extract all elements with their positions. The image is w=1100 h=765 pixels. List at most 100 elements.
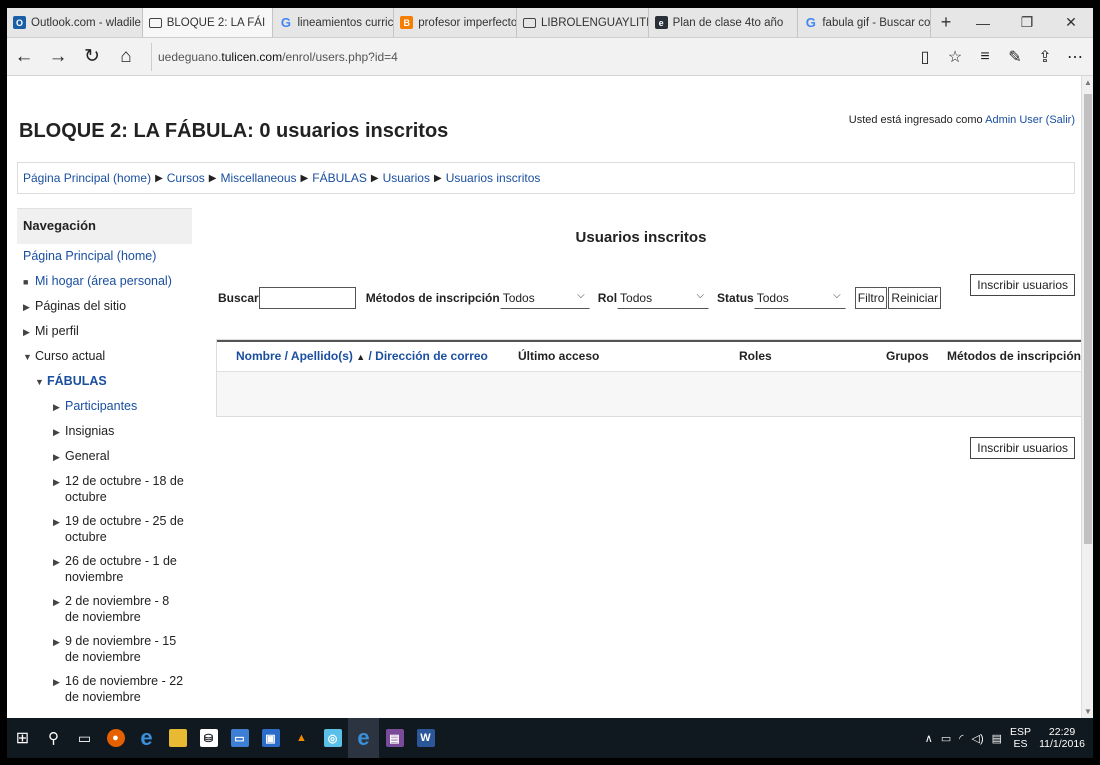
enrol-methods-select[interactable]: Todos ⌵ [499, 287, 590, 309]
role-select[interactable]: Todos ⌵ [617, 287, 710, 309]
scroll-down-icon[interactable]: ▼ [1082, 707, 1093, 716]
app-blue-icon[interactable]: ▣ [255, 718, 286, 758]
nav-item-week-2[interactable]: ▶ 19 de octubre - 25 de octubre [23, 513, 186, 545]
edmodo-icon: e [654, 16, 668, 29]
nav-item-profile[interactable]: ▶ Mi perfil [23, 323, 186, 340]
tray-overflow-icon[interactable]: ∧ [925, 732, 933, 745]
breadcrumb-users[interactable]: Usuarios [383, 171, 430, 185]
store-icon[interactable]: ⛁ [193, 718, 224, 758]
wifi-icon[interactable]: ◜ [959, 732, 963, 745]
restore-button[interactable]: ❐ [1005, 14, 1049, 31]
status-select[interactable]: Todos ⌵ [753, 287, 846, 309]
home-icon[interactable]: ⌂ [109, 42, 143, 72]
breadcrumb-fabulas[interactable]: FÁBULAS [312, 171, 367, 185]
email-sort-link[interactable]: / Dirección de correo [369, 349, 488, 363]
monitor-icon[interactable]: ▭ [224, 718, 255, 758]
refresh-icon[interactable]: ↻ [75, 42, 109, 72]
nav-home-link[interactable]: Página Principal (home) [23, 248, 156, 264]
language-indicator[interactable]: ESP ES [1010, 726, 1031, 750]
favorite-star-icon[interactable]: ☆ [943, 47, 967, 67]
tab-fabula-gif[interactable]: G fabula gif - Buscar cor [798, 8, 932, 37]
nav-item-week-4[interactable]: ▶ 2 de noviembre - 8 de noviembre [23, 593, 186, 625]
nav-item-current-course[interactable]: ▼ Curso actual [23, 348, 186, 365]
share-icon[interactable]: ⇪ [1033, 47, 1057, 67]
tab-libro[interactable]: LIBROLENGUAYLITERA [517, 8, 649, 37]
search-input[interactable] [258, 287, 356, 309]
table-header: Nombre / Apellido(s) ▲ / Dirección de co… [217, 340, 1081, 371]
firefox-icon[interactable]: ● [100, 718, 131, 758]
search-icon[interactable]: ⚲ [38, 718, 69, 758]
filter-button[interactable]: Filtro [854, 287, 888, 309]
nav-label: 26 de octubre - 1 de noviembre [65, 554, 177, 584]
google-icon: G [280, 15, 292, 30]
tab-outlook[interactable]: O Outlook.com - wladile [7, 8, 143, 37]
breadcrumb-miscellaneous[interactable]: Miscellaneous [220, 171, 296, 185]
nav-item-week-3[interactable]: ▶ 26 de octubre - 1 de noviembre [23, 553, 186, 585]
name-email-column-header[interactable]: Nombre / Apellido(s) ▲ / Dirección de co… [236, 349, 488, 363]
system-tray: ∧ ▭ ◜ ◁) ▤ ESP ES 22:29 11/1/2016 [925, 726, 1093, 750]
scroll-up-icon[interactable]: ▲ [1082, 78, 1093, 87]
address-bar[interactable]: uedeguano. tulicen.com/enrol/users.php?id… [151, 42, 851, 71]
action-center-icon[interactable]: ▤ [992, 732, 1002, 745]
camera-app-icon[interactable]: ◎ [317, 718, 348, 758]
task-view-icon[interactable]: ▭ [69, 718, 100, 758]
nav-item-fabulas[interactable]: ▼ FÁBULAS [23, 373, 186, 390]
reset-button[interactable]: Reiniciar [888, 287, 942, 309]
nav-item-general[interactable]: ▶ General [23, 448, 186, 465]
volume-icon[interactable]: ◁) [972, 732, 984, 745]
role-label: Rol [597, 291, 618, 305]
last-access-column-header[interactable]: Último acceso [518, 349, 599, 363]
nav-item-badges[interactable]: ▶ Insignias [23, 423, 186, 440]
hub-icon[interactable]: ≡ [973, 48, 997, 66]
enrol-methods-column-header: Métodos de inscripción [947, 349, 1082, 363]
nav-label[interactable]: FÁBULAS [47, 373, 107, 389]
vlc-icon[interactable]: ▲ [286, 718, 317, 758]
edge-icon[interactable]: e [131, 718, 162, 758]
edge-active-icon[interactable]: e [348, 718, 379, 758]
breadcrumb-courses[interactable]: Cursos [167, 171, 205, 185]
page-scrollbar[interactable]: ▲ ▼ [1081, 76, 1093, 718]
page-content: BLOQUE 2: LA FÁBULA: 0 usuarios inscrito… [7, 76, 1093, 718]
nav-item-site-pages[interactable]: ▶ Páginas del sitio [23, 298, 186, 315]
back-arrow-icon[interactable]: ← [7, 42, 41, 72]
scrollbar-thumb[interactable] [1084, 94, 1092, 544]
logout-link[interactable]: (Salir) [1046, 114, 1075, 126]
nav-item-participants[interactable]: ▶ Participantes [23, 398, 186, 415]
tab-profesor[interactable]: B profesor imperfecto... [394, 8, 517, 37]
tab-lineamientos[interactable]: G lineamientos curricula [273, 8, 395, 37]
nav-item-week-5[interactable]: ▶ 9 de noviembre - 15 de noviembre [23, 633, 186, 665]
windows-start-icon[interactable]: ⊞ [7, 718, 38, 758]
forward-arrow-icon[interactable]: → [41, 42, 75, 72]
user-link[interactable]: Admin User [985, 114, 1042, 126]
nav-item-week-1[interactable]: ▶ 12 de octubre - 18 de octubre [23, 473, 186, 505]
status-label: Status [717, 291, 754, 305]
expand-arrow-icon: ▶ [23, 327, 30, 337]
browser-tools: ▯ ☆ ≡ ✎ ⇪ ⋯ [913, 47, 1093, 67]
nav-item-week-6[interactable]: ▶ 16 de noviembre - 22 de noviembre [23, 673, 186, 705]
more-icon[interactable]: ⋯ [1063, 47, 1087, 67]
empty-table-row [217, 371, 1081, 416]
word-icon[interactable]: W [410, 718, 441, 758]
winrar-icon[interactable]: ▤ [379, 718, 410, 758]
new-tab-button[interactable]: + [931, 8, 961, 37]
breadcrumb-enrolled-users[interactable]: Usuarios inscritos [446, 171, 541, 185]
enrol-users-button-bottom[interactable]: Inscribir usuarios [970, 437, 1075, 459]
nav-label: 9 de noviembre - 15 de noviembre [65, 634, 177, 664]
enrol-users-button[interactable]: Inscribir usuarios [970, 274, 1075, 296]
lang-bottom: ES [1013, 738, 1028, 750]
name-sort-link[interactable]: Nombre / Apellido(s) [236, 349, 353, 363]
network-icon[interactable]: ▭ [941, 732, 951, 745]
tab-plan[interactable]: e Plan de clase 4to año [649, 8, 799, 37]
minimize-button[interactable]: — [961, 15, 1005, 31]
nav-label[interactable]: Participantes [65, 398, 137, 414]
tab-bloque[interactable]: BLOQUE 2: LA FÁI ✕ [142, 8, 274, 37]
breadcrumb-home[interactable]: Página Principal (home) [23, 171, 151, 185]
web-note-icon[interactable]: ✎ [1003, 47, 1027, 67]
clock[interactable]: 22:29 11/1/2016 [1039, 726, 1085, 750]
reading-view-icon[interactable]: ▯ [913, 47, 937, 67]
nav-item-home[interactable]: Página Principal (home) [23, 248, 186, 264]
nav-label[interactable]: Mi hogar (área personal) [35, 273, 172, 289]
nav-item-dashboard[interactable]: ■ Mi hogar (área personal) [23, 273, 186, 290]
close-window-button[interactable]: ✕ [1049, 14, 1093, 31]
file-explorer-icon[interactable] [162, 718, 193, 758]
